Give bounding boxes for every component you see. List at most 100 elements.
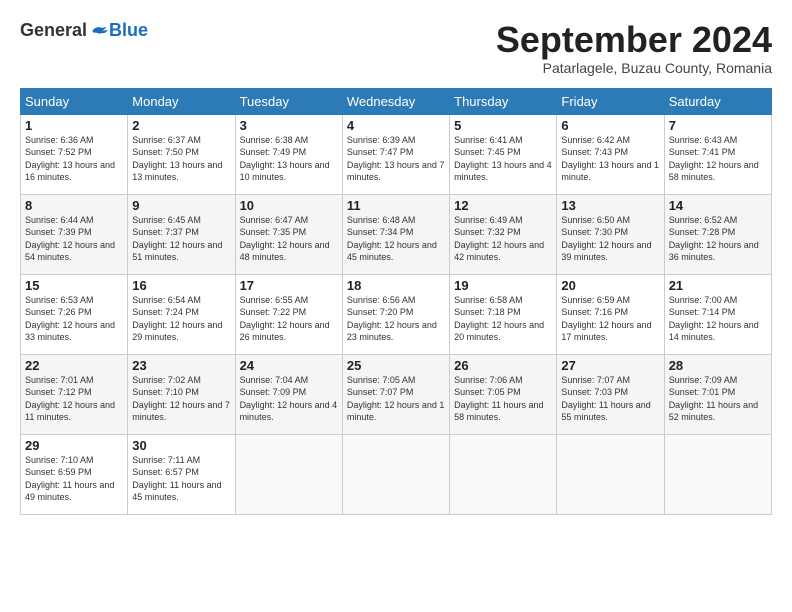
calendar-cell: 28 Sunrise: 7:09 AMSunset: 7:01 PMDayligh… — [664, 354, 771, 434]
calendar-week-row: 22 Sunrise: 7:01 AMSunset: 7:12 PMDayligh… — [21, 354, 772, 434]
day-info: Sunrise: 7:00 AMSunset: 7:14 PMDaylight:… — [669, 295, 759, 343]
calendar-cell: 13Sunrise: 6:50 AMSunset: 7:30 PMDayligh… — [557, 194, 664, 274]
day-info: Sunrise: 6:37 AMSunset: 7:50 PMDaylight:… — [132, 135, 222, 183]
calendar-cell: 25 Sunrise: 7:05 AMSunset: 7:07 PMDayligh… — [342, 354, 449, 434]
day-info: Sunrise: 6:49 AMSunset: 7:32 PMDaylight:… — [454, 215, 544, 263]
day-info: Sunrise: 6:53 AMSunset: 7:26 PMDaylight:… — [25, 295, 115, 343]
day-number: 7 — [669, 118, 767, 133]
day-info: Sunrise: 6:48 AMSunset: 7:34 PMDaylight:… — [347, 215, 437, 263]
calendar-table: SundayMondayTuesdayWednesdayThursdayFrid… — [20, 88, 772, 515]
day-number: 3 — [240, 118, 338, 133]
day-number: 9 — [132, 198, 230, 213]
day-info: Sunrise: 7:04 AMSunset: 7:09 PMDaylight:… — [240, 375, 338, 423]
month-title: September 2024 — [496, 20, 772, 60]
day-number: 22 — [25, 358, 123, 373]
calendar-cell: 15 Sunrise: 6:53 AMSunset: 7:26 PMDayligh… — [21, 274, 128, 354]
day-number: 23 — [132, 358, 230, 373]
day-number: 18 — [347, 278, 445, 293]
calendar-cell: 9 Sunrise: 6:45 AMSunset: 7:37 PMDaylight… — [128, 194, 235, 274]
calendar-cell — [557, 434, 664, 514]
calendar-cell: 3 Sunrise: 6:38 AMSunset: 7:49 PMDaylight… — [235, 114, 342, 194]
calendar-cell: 12Sunrise: 6:49 AMSunset: 7:32 PMDayligh… — [450, 194, 557, 274]
day-info: Sunrise: 7:01 AMSunset: 7:12 PMDaylight:… — [25, 375, 115, 423]
day-number: 25 — [347, 358, 445, 373]
calendar-cell: 23 Sunrise: 7:02 AMSunset: 7:10 PMDayligh… — [128, 354, 235, 434]
day-info: Sunrise: 6:45 AMSunset: 7:37 PMDaylight:… — [132, 215, 222, 263]
calendar-cell: 1 Sunrise: 6:36 AMSunset: 7:52 PMDaylight… — [21, 114, 128, 194]
day-number: 20 — [561, 278, 659, 293]
weekday-header: Tuesday — [235, 88, 342, 114]
day-info: Sunrise: 6:52 AMSunset: 7:28 PMDaylight:… — [669, 215, 759, 263]
logo-general-text: General — [20, 20, 87, 41]
calendar-cell: 20 Sunrise: 6:59 AMSunset: 7:16 PMDayligh… — [557, 274, 664, 354]
day-info: Sunrise: 6:56 AMSunset: 7:20 PMDaylight:… — [347, 295, 437, 343]
day-info: Sunrise: 6:39 AMSunset: 7:47 PMDaylight:… — [347, 135, 445, 183]
calendar-cell: 6 Sunrise: 6:42 AMSunset: 7:43 PMDaylight… — [557, 114, 664, 194]
calendar-week-row: 15 Sunrise: 6:53 AMSunset: 7:26 PMDayligh… — [21, 274, 772, 354]
day-number: 1 — [25, 118, 123, 133]
calendar-cell: 30 Sunrise: 7:11 AMSunset: 6:57 PMDayligh… — [128, 434, 235, 514]
logo: General Blue — [20, 20, 148, 41]
calendar-cell: 7 Sunrise: 6:43 AMSunset: 7:41 PMDaylight… — [664, 114, 771, 194]
day-info: Sunrise: 6:42 AMSunset: 7:43 PMDaylight:… — [561, 135, 659, 183]
calendar-cell: 8Sunrise: 6:44 AMSunset: 7:39 PMDaylight… — [21, 194, 128, 274]
day-number: 24 — [240, 358, 338, 373]
page-container: General Blue September 2024 Patarlagele,… — [0, 0, 792, 525]
day-info: Sunrise: 7:11 AMSunset: 6:57 PMDaylight:… — [132, 455, 221, 503]
day-info: Sunrise: 6:54 AMSunset: 7:24 PMDaylight:… — [132, 295, 222, 343]
calendar-cell: 4 Sunrise: 6:39 AMSunset: 7:47 PMDaylight… — [342, 114, 449, 194]
day-info: Sunrise: 7:10 AMSunset: 6:59 PMDaylight:… — [25, 455, 114, 503]
weekday-header: Saturday — [664, 88, 771, 114]
day-number: 13 — [561, 198, 659, 213]
day-number: 17 — [240, 278, 338, 293]
day-number: 15 — [25, 278, 123, 293]
calendar-cell: 16Sunrise: 6:54 AMSunset: 7:24 PMDayligh… — [128, 274, 235, 354]
calendar-cell: 10Sunrise: 6:47 AMSunset: 7:35 PMDayligh… — [235, 194, 342, 274]
title-section: September 2024 Patarlagele, Buzau County… — [496, 20, 772, 76]
day-info: Sunrise: 7:05 AMSunset: 7:07 PMDaylight:… — [347, 375, 445, 423]
calendar-cell — [235, 434, 342, 514]
day-info: Sunrise: 6:59 AMSunset: 7:16 PMDaylight:… — [561, 295, 651, 343]
logo-bird-icon — [89, 21, 109, 41]
calendar-cell — [450, 434, 557, 514]
day-number: 6 — [561, 118, 659, 133]
day-info: Sunrise: 6:38 AMSunset: 7:49 PMDaylight:… — [240, 135, 330, 183]
day-number: 5 — [454, 118, 552, 133]
calendar-cell: 17 Sunrise: 6:55 AMSunset: 7:22 PMDayligh… — [235, 274, 342, 354]
header-row: SundayMondayTuesdayWednesdayThursdayFrid… — [21, 88, 772, 114]
day-info: Sunrise: 7:02 AMSunset: 7:10 PMDaylight:… — [132, 375, 230, 423]
calendar-cell: 2Sunrise: 6:37 AMSunset: 7:50 PMDaylight… — [128, 114, 235, 194]
day-info: Sunrise: 7:09 AMSunset: 7:01 PMDaylight:… — [669, 375, 758, 423]
day-info: Sunrise: 6:43 AMSunset: 7:41 PMDaylight:… — [669, 135, 759, 183]
day-number: 26 — [454, 358, 552, 373]
day-number: 30 — [132, 438, 230, 453]
calendar-cell: 18 Sunrise: 6:56 AMSunset: 7:20 PMDayligh… — [342, 274, 449, 354]
calendar-cell: 11Sunrise: 6:48 AMSunset: 7:34 PMDayligh… — [342, 194, 449, 274]
day-info: Sunrise: 6:44 AMSunset: 7:39 PMDaylight:… — [25, 215, 115, 263]
weekday-header: Wednesday — [342, 88, 449, 114]
calendar-cell: 5 Sunrise: 6:41 AMSunset: 7:45 PMDaylight… — [450, 114, 557, 194]
weekday-header: Sunday — [21, 88, 128, 114]
header: General Blue September 2024 Patarlagele,… — [20, 20, 772, 76]
day-info: Sunrise: 6:41 AMSunset: 7:45 PMDaylight:… — [454, 135, 552, 183]
calendar-cell: 21 Sunrise: 7:00 AMSunset: 7:14 PMDayligh… — [664, 274, 771, 354]
calendar-week-row: 29 Sunrise: 7:10 AMSunset: 6:59 PMDayligh… — [21, 434, 772, 514]
day-number: 4 — [347, 118, 445, 133]
day-info: Sunrise: 6:36 AMSunset: 7:52 PMDaylight:… — [25, 135, 115, 183]
day-number: 21 — [669, 278, 767, 293]
day-number: 29 — [25, 438, 123, 453]
day-number: 28 — [669, 358, 767, 373]
day-info: Sunrise: 7:07 AMSunset: 7:03 PMDaylight:… — [561, 375, 650, 423]
calendar-week-row: 8Sunrise: 6:44 AMSunset: 7:39 PMDaylight… — [21, 194, 772, 274]
calendar-cell: 24 Sunrise: 7:04 AMSunset: 7:09 PMDayligh… — [235, 354, 342, 434]
subtitle: Patarlagele, Buzau County, Romania — [496, 60, 772, 76]
calendar-cell: 27Sunrise: 7:07 AMSunset: 7:03 PMDayligh… — [557, 354, 664, 434]
day-info: Sunrise: 7:06 AMSunset: 7:05 PMDaylight:… — [454, 375, 543, 423]
calendar-cell: 26 Sunrise: 7:06 AMSunset: 7:05 PMDayligh… — [450, 354, 557, 434]
day-info: Sunrise: 6:55 AMSunset: 7:22 PMDaylight:… — [240, 295, 330, 343]
weekday-header: Friday — [557, 88, 664, 114]
calendar-cell: 14Sunrise: 6:52 AMSunset: 7:28 PMDayligh… — [664, 194, 771, 274]
calendar-cell — [664, 434, 771, 514]
logo-blue-text: Blue — [109, 20, 148, 41]
weekday-header: Monday — [128, 88, 235, 114]
